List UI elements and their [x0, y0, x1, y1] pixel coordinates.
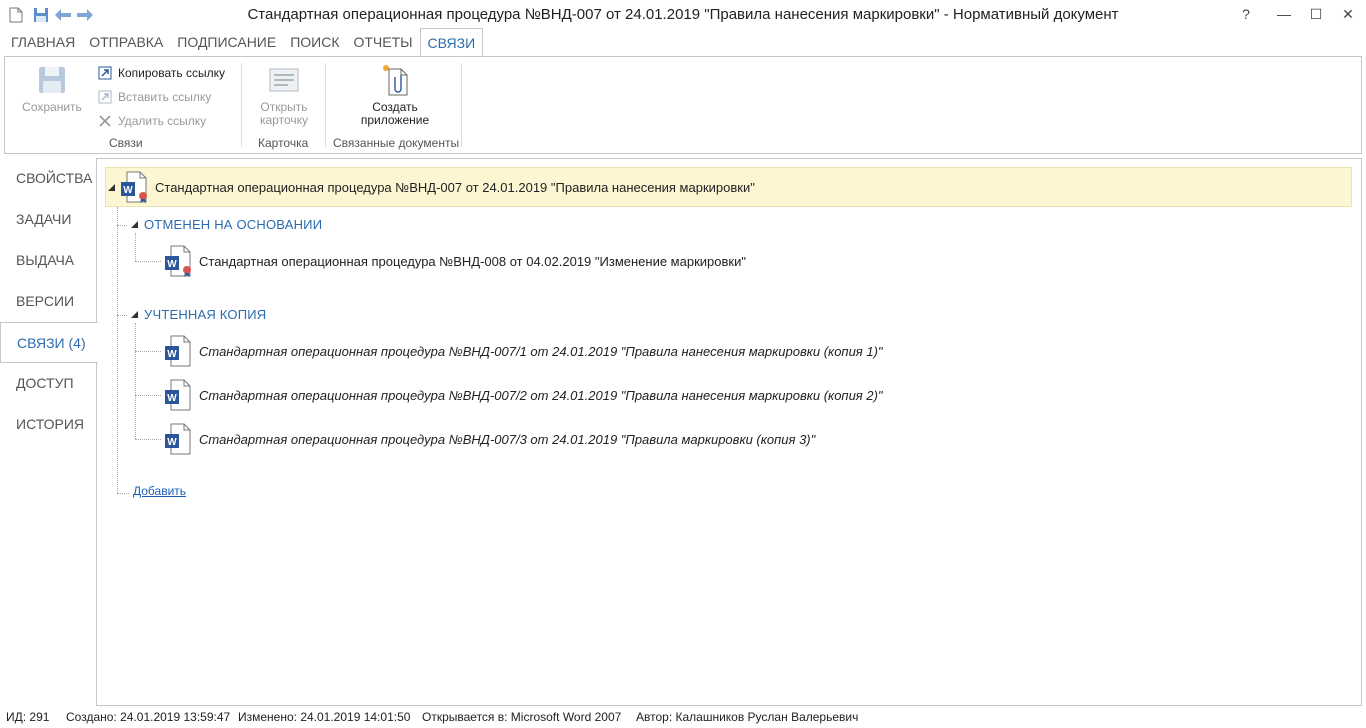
ribbon: Сохранить Копировать ссылку Вставить ссы…	[4, 56, 1362, 154]
links-panel: W Стандартная операционная процедура №ВН…	[96, 158, 1362, 706]
nav-links[interactable]: СВЯЗИ (4)	[0, 322, 98, 363]
svg-text:W: W	[167, 393, 177, 404]
nav-tasks[interactable]: ЗАДАЧИ	[0, 199, 97, 240]
group-label-related: Связанные документы	[333, 136, 460, 150]
help-button[interactable]: ?	[1232, 2, 1260, 26]
nav-access[interactable]: ДОСТУП	[0, 363, 97, 404]
save-label: Сохранить	[22, 100, 82, 114]
minimize-button[interactable]: —	[1270, 2, 1298, 26]
tree-connector	[135, 395, 161, 396]
nav-versions[interactable]: ВЕРСИИ	[0, 281, 97, 322]
paste-link-icon	[97, 89, 113, 105]
floppy-icon	[36, 63, 68, 97]
ribbon-separator	[461, 63, 462, 147]
status-author: Автор: Калашников Руслан Валерьевич	[636, 710, 859, 724]
section-title-cancelled-basis: ОТМЕНЕН НА ОСНОВАНИИ	[144, 217, 323, 232]
word-document-icon: W	[163, 378, 193, 412]
document-title: Стандартная операционная процедура №ВНД-…	[199, 431, 816, 447]
nav-properties[interactable]: СВОЙСТВА	[0, 158, 97, 199]
document-title: Стандартная операционная процедура №ВНД-…	[199, 343, 883, 359]
tree-connector	[135, 323, 136, 439]
card-icon	[268, 63, 300, 97]
copy-link-button[interactable]: Копировать ссылку	[97, 63, 225, 83]
word-document-icon: W	[163, 422, 193, 456]
svg-text:W: W	[167, 437, 177, 448]
group-label-links: Связи	[109, 136, 143, 150]
save-button[interactable]: Сохранить	[19, 63, 85, 114]
list-item[interactable]: W Стандартная операционная процедура №ВН…	[163, 243, 746, 279]
side-nav: СВОЙСТВА ЗАДАЧИ ВЫДАЧА ВЕРСИИ СВЯЗИ (4) …	[0, 158, 98, 445]
document-title: Стандартная операционная процедура №ВНД-…	[199, 387, 883, 403]
svg-text:W: W	[167, 259, 177, 270]
section-title-controlled-copy: УЧТЕННАЯ КОПИЯ	[144, 307, 267, 322]
window-title: Стандартная операционная процедура №ВНД-…	[247, 6, 1119, 23]
word-document-icon: W	[163, 334, 193, 368]
collapse-toggle-icon[interactable]	[131, 311, 138, 318]
close-button[interactable]: ✕	[1334, 2, 1362, 26]
ribbon-separator	[325, 63, 326, 147]
ribbon-tabs: ГЛАВНАЯ ОТПРАВКА ПОДПИСАНИЕ ПОИСК ОТЧЕТЫ…	[0, 28, 1366, 56]
status-bar: ИД: 291 Создано: 24.01.2019 13:59:47 Изм…	[0, 706, 1366, 728]
tab-search[interactable]: ПОИСК	[283, 28, 346, 56]
root-document-title: Стандартная операционная процедура №ВНД-…	[155, 179, 755, 195]
status-opens-in: Открывается в: Microsoft Word 2007	[422, 710, 622, 724]
tree-connector	[135, 261, 161, 262]
maximize-button[interactable]: ☐	[1302, 2, 1330, 26]
root-document-row[interactable]: W Стандартная операционная процедура №ВН…	[105, 167, 1352, 207]
tree-connector	[117, 207, 118, 493]
paste-link-button[interactable]: Вставить ссылку	[97, 87, 211, 107]
collapse-toggle-icon[interactable]	[108, 183, 115, 191]
tree-connector	[135, 233, 136, 261]
title-bar: Стандартная операционная процедура №ВНД-…	[0, 0, 1366, 30]
close-icon	[97, 113, 113, 129]
ribbon-separator	[241, 63, 242, 147]
open-card-button[interactable]: Открыть карточку	[251, 63, 317, 127]
tree-connector	[117, 315, 127, 316]
tab-signing[interactable]: ПОДПИСАНИЕ	[170, 28, 283, 56]
tree-connector	[135, 351, 161, 352]
copy-link-icon	[97, 65, 113, 81]
nav-history[interactable]: ИСТОРИЯ	[0, 404, 97, 445]
document-title: Стандартная операционная процедура №ВНД-…	[199, 253, 746, 269]
status-created: Создано: 24.01.2019 13:59:47	[66, 710, 231, 724]
tree-connector	[117, 493, 129, 494]
tab-home[interactable]: ГЛАВНАЯ	[4, 28, 82, 56]
delete-link-button[interactable]: Удалить ссылку	[97, 111, 206, 131]
nav-issuance[interactable]: ВЫДАЧА	[0, 240, 97, 281]
status-modified: Изменено: 24.01.2019 14:01:50	[238, 710, 411, 724]
tree-connector	[135, 439, 161, 440]
attachment-icon	[379, 63, 411, 97]
group-label-card: Карточка	[258, 136, 309, 150]
list-item[interactable]: W Стандартная операционная процедура №ВН…	[163, 421, 815, 457]
create-attachment-button[interactable]: Создать приложение	[355, 63, 435, 127]
tab-reports[interactable]: ОТЧЕТЫ	[346, 28, 419, 56]
svg-text:W: W	[123, 185, 133, 196]
tree-connector	[117, 225, 127, 226]
tab-send[interactable]: ОТПРАВКА	[82, 28, 170, 56]
status-id: ИД: 291	[6, 710, 50, 724]
word-document-icon: W	[119, 170, 149, 204]
word-document-icon: W	[163, 244, 193, 278]
list-item[interactable]: W Стандартная операционная процедура №ВН…	[163, 377, 883, 413]
add-link[interactable]: Добавить	[133, 484, 186, 498]
collapse-toggle-icon[interactable]	[131, 221, 138, 228]
list-item[interactable]: W Стандартная операционная процедура №ВН…	[163, 333, 883, 369]
tab-links[interactable]: СВЯЗИ	[419, 28, 484, 56]
svg-text:W: W	[167, 349, 177, 360]
